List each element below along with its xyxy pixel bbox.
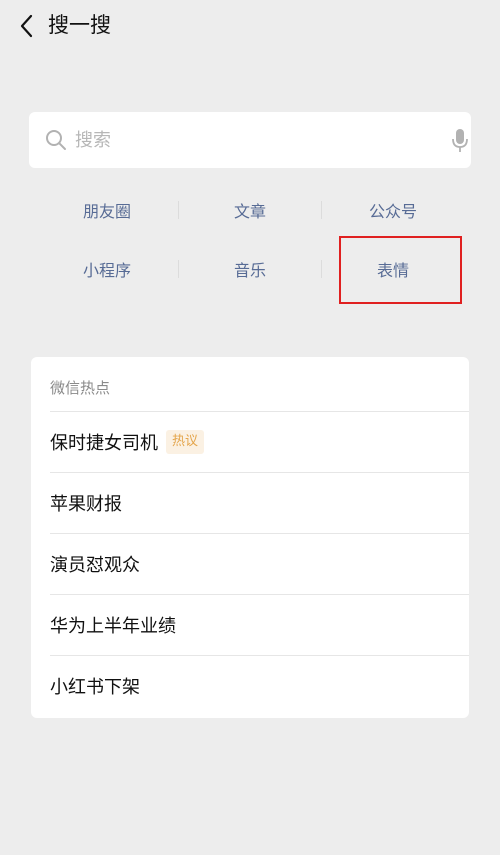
row-divider	[50, 411, 469, 412]
row-divider	[50, 655, 469, 656]
top-bar: 搜一搜	[0, 0, 500, 53]
back-button[interactable]	[14, 12, 38, 40]
hot-topic-item[interactable]: 小红书下架	[31, 655, 469, 716]
search-bar	[29, 112, 471, 168]
highlight-box	[339, 236, 462, 304]
category-music[interactable]: 音乐	[179, 249, 321, 289]
page-title: 搜一搜	[48, 13, 111, 37]
hot-topics-header: 微信热点	[50, 379, 111, 397]
search-input[interactable]	[75, 124, 405, 156]
category-official-accounts[interactable]: 公众号	[322, 190, 464, 230]
hot-badge: 热议	[166, 429, 205, 454]
hot-topic-item[interactable]: 华为上半年业绩	[31, 594, 469, 655]
row-divider	[50, 533, 469, 534]
hot-topic-title: 小红书下架	[50, 676, 140, 698]
hot-topics-card: 微信热点 保时捷女司机 热议 苹果财报 演员怼观众 华为上半年业绩 小红书下架	[31, 357, 469, 718]
row-divider	[50, 472, 469, 473]
hot-topic-item[interactable]: 苹果财报	[31, 472, 469, 533]
chevron-left-icon	[20, 14, 33, 38]
category-moments[interactable]: 朋友圈	[36, 190, 178, 230]
row-divider	[50, 594, 469, 595]
category-articles[interactable]: 文章	[179, 190, 321, 230]
hot-topic-title: 保时捷女司机	[50, 432, 158, 454]
microphone-icon[interactable]	[451, 128, 469, 154]
hot-topic-title: 华为上半年业绩	[50, 615, 176, 637]
hot-topic-item[interactable]: 保时捷女司机 热议	[31, 411, 469, 472]
hot-topic-item[interactable]: 演员怼观众	[31, 533, 469, 594]
hot-topic-title: 苹果财报	[50, 493, 122, 515]
search-icon	[46, 130, 66, 150]
hot-topic-title: 演员怼观众	[50, 554, 140, 576]
category-mini-programs[interactable]: 小程序	[36, 249, 178, 289]
